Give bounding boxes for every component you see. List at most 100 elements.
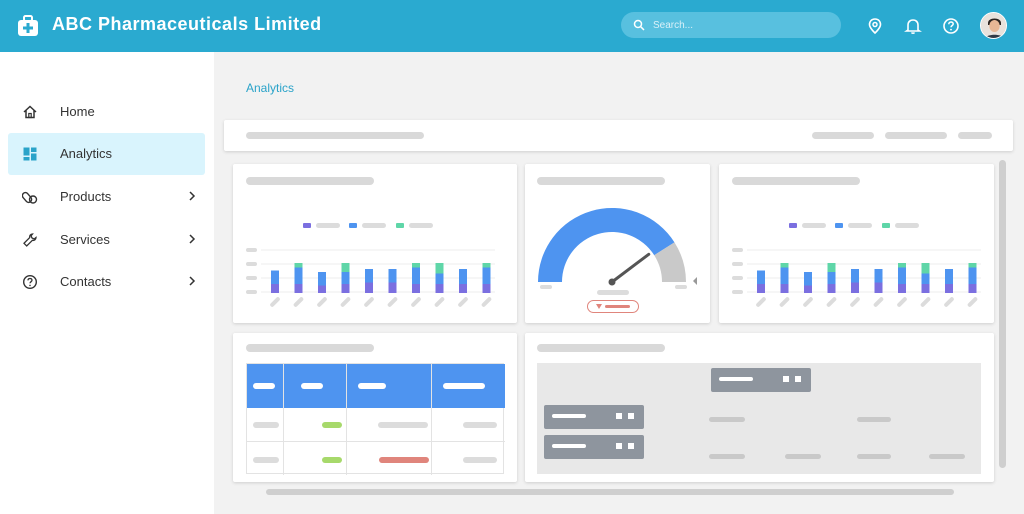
bar-segment: [780, 263, 789, 268]
bar-segment: [482, 284, 491, 293]
bar-chart-2: [732, 248, 981, 307]
x-tick-placeholder: [873, 297, 884, 307]
bar-segment: [921, 263, 930, 274]
status-pill: [322, 422, 342, 428]
gauge-hub: [608, 278, 616, 286]
filter-placeholder[interactable]: [958, 132, 992, 139]
sidebar-item-services[interactable]: Services: [8, 219, 205, 261]
y-tick-placeholder: [246, 262, 257, 266]
bar-segment: [874, 269, 883, 283]
dashboard-icon: [23, 147, 37, 161]
sidebar-item-products[interactable]: Products: [8, 176, 205, 218]
bar-segment: [459, 269, 467, 284]
change-badge: [587, 300, 639, 313]
bar-segment: [968, 267, 977, 284]
x-tick-placeholder: [826, 297, 837, 307]
server-node[interactable]: [544, 405, 644, 429]
bar-segment: [271, 270, 279, 284]
cell-placeholder: [378, 422, 428, 428]
bar-segment: [482, 263, 491, 268]
bar-segment: [341, 284, 350, 293]
bar-segment: [341, 263, 350, 272]
sidebar-item-contacts[interactable]: Contacts: [8, 261, 205, 303]
bar-segment: [318, 285, 326, 293]
pills-icon: [22, 191, 38, 204]
cell-placeholder: [463, 457, 497, 463]
server-node[interactable]: [544, 435, 644, 459]
y-tick-placeholder: [246, 276, 257, 280]
bell-icon[interactable]: [904, 17, 922, 35]
bar-segment: [341, 272, 350, 284]
bar-segment: [412, 263, 420, 268]
x-tick-placeholder: [481, 297, 492, 307]
bar-segment: [271, 284, 279, 293]
help-icon[interactable]: [942, 17, 960, 35]
vertical-scrollbar[interactable]: [999, 160, 1006, 468]
data-table: [246, 363, 505, 475]
x-tick-placeholder: [779, 297, 790, 307]
server-node[interactable]: [711, 368, 811, 392]
bar-segment: [874, 282, 883, 293]
bar-segment: [780, 267, 789, 284]
gauge-min-placeholder: [540, 285, 552, 289]
column-header-placeholder[interactable]: [253, 383, 275, 389]
x-tick-placeholder: [317, 297, 327, 307]
bar-segment: [898, 284, 906, 293]
x-tick-placeholder: [387, 297, 398, 307]
bar-segment: [294, 284, 303, 293]
bar-chart-card-1: [233, 164, 517, 323]
bar-segment: [482, 267, 491, 284]
bar-segment: [757, 270, 765, 284]
bar-segment: [412, 284, 420, 293]
arrow-down-icon: [596, 304, 602, 309]
bar-segment: [435, 263, 444, 274]
medical-kit-icon: [18, 15, 38, 36]
x-tick-placeholder: [411, 297, 421, 307]
bar-segment: [757, 284, 765, 293]
gauge-fill: [538, 207, 675, 282]
bar-segment: [365, 269, 373, 283]
bar-segment: [945, 269, 953, 284]
bar-segment: [898, 267, 906, 284]
sidebar-item-label: Contacts: [60, 274, 112, 289]
sidebar-item-home[interactable]: Home: [8, 91, 205, 133]
x-tick-placeholder: [434, 297, 445, 307]
bar-chart-card-2: [719, 164, 994, 323]
x-tick-placeholder: [340, 297, 351, 307]
x-tick-placeholder: [967, 297, 978, 307]
column-header-placeholder[interactable]: [358, 383, 386, 389]
search-box[interactable]: [621, 12, 841, 38]
status-pill: [379, 457, 429, 463]
column-header-placeholder[interactable]: [301, 383, 323, 389]
bar-segment: [294, 267, 303, 284]
bar-segment: [294, 263, 303, 268]
x-tick-placeholder: [293, 297, 304, 307]
cell-placeholder: [253, 422, 279, 428]
y-tick-placeholder: [732, 262, 743, 266]
x-tick-placeholder: [897, 297, 907, 307]
change-value-placeholder: [605, 305, 630, 308]
wrench-icon: [23, 233, 37, 247]
bar-segment: [388, 269, 397, 283]
horizontal-scrollbar[interactable]: [266, 489, 954, 495]
gauge-card: [525, 164, 710, 323]
chevron-right-icon: [189, 276, 196, 286]
card-title-placeholder: [246, 344, 374, 352]
sidebar-item-label: Products: [60, 189, 112, 204]
bar-segment: [851, 282, 859, 293]
x-tick-placeholder: [270, 297, 280, 307]
column-header-placeholder[interactable]: [443, 383, 485, 389]
user-avatar[interactable]: [980, 12, 1007, 39]
search-input[interactable]: [653, 17, 833, 33]
chevron-right-icon: [189, 234, 196, 244]
bar-segment: [827, 272, 836, 284]
table-card: [233, 333, 517, 482]
x-tick-placeholder: [458, 297, 468, 307]
filter-placeholder[interactable]: [885, 132, 947, 139]
chevron-right-icon: [189, 191, 196, 201]
location-pin-icon[interactable]: [866, 17, 884, 35]
y-tick-placeholder: [246, 290, 257, 294]
sidebar-item-analytics[interactable]: Analytics: [8, 133, 205, 175]
filter-placeholder[interactable]: [812, 132, 874, 139]
sidebar-item-label: Services: [60, 232, 110, 247]
